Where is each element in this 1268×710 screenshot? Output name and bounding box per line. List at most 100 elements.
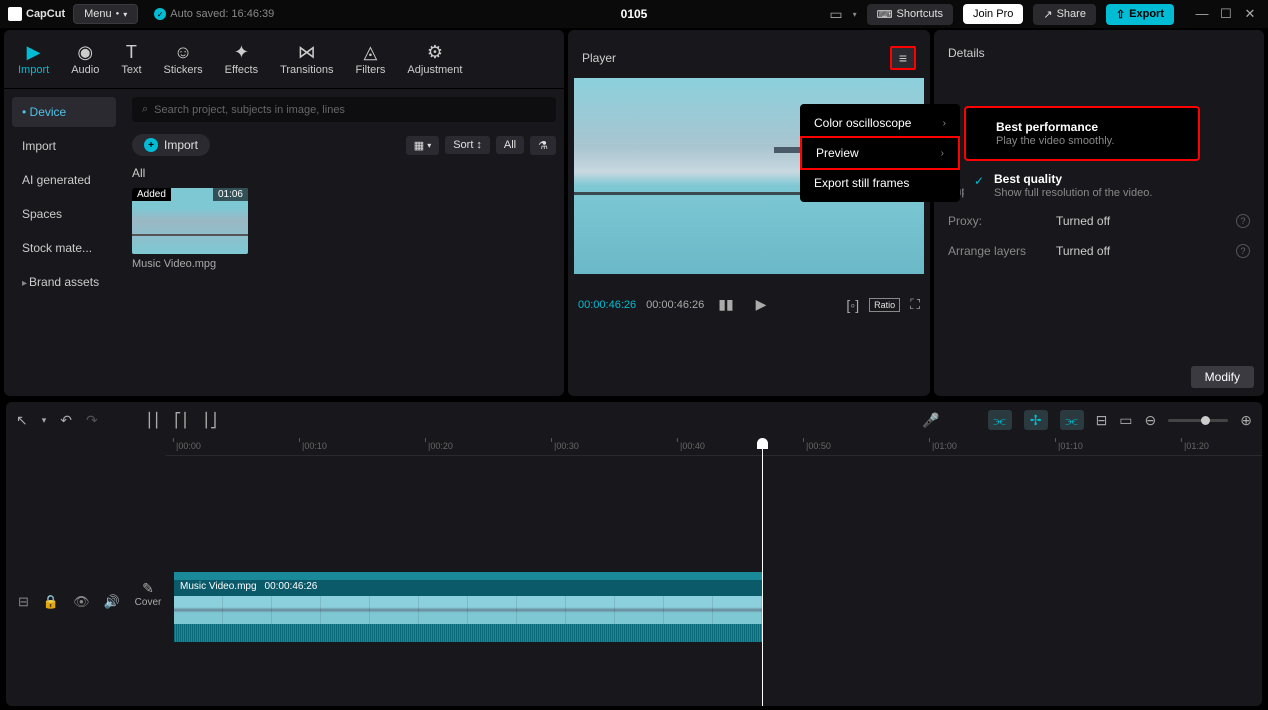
axis-icon: ✢ [1030,412,1042,429]
app-logo: CapCut [8,7,65,21]
trim-left-tool[interactable]: ⎡⎮ [174,412,188,429]
chevron-down-icon: ▾ [427,141,431,150]
tab-stickers[interactable]: ☺Stickers [154,38,213,80]
sidebar-item-brand[interactable]: ▸Brand assets [12,267,116,297]
share-button[interactable]: ↗ Share [1033,4,1096,25]
sidebar-item-spaces[interactable]: Spaces [12,199,116,229]
layout-icon[interactable]: ▭ [829,6,842,23]
link-button[interactable]: ⫘ [1060,410,1084,430]
undo-button[interactable]: ↶ [60,412,72,429]
details-panel: Details Imported media: Stay in original… [934,30,1264,396]
filters-icon: ◬ [364,42,378,62]
titlebar: CapCut Menu ● ▾ ✓ Auto saved: 16:46:39 0… [0,0,1268,28]
redo-button[interactable]: ↷ [86,412,98,429]
menu-button[interactable]: Menu ● ▾ [73,4,138,24]
effects-icon: ✦ [234,42,249,62]
playhead[interactable] [762,438,763,706]
plus-icon: + [144,138,158,152]
chevron-down-icon: ▾ [123,10,127,19]
sort-button[interactable]: Sort ↕ [445,136,490,154]
media-thumbnail[interactable]: Added 01:06 Music Video.mpg [132,188,248,270]
menu-preview[interactable]: Preview› [800,136,960,170]
option-best-performance[interactable]: Best performance Play the video smoothly… [966,114,1198,153]
sidebar-item-stock[interactable]: Stock mate... [12,233,116,263]
share-icon: ↗ [1043,8,1052,21]
media-sidebar: • Device Import AI generated Spaces Stoc… [4,89,124,396]
clip-audio-waveform [174,624,762,642]
lock-icon[interactable]: 🔒 [43,594,59,610]
timeline[interactable]: |00:00 |00:10 |00:20 |00:30 |00:40 |00:5… [6,438,1262,706]
chevron-right-icon: › [941,148,944,159]
detail-proxy: Proxy: Turned off ? [948,214,1250,228]
option-best-quality[interactable]: ✓ Best quality Show full resolution of t… [964,166,1200,205]
cover-button[interactable]: ✎ Cover [134,580,162,608]
import-media-button[interactable]: + Import [132,134,210,156]
snap-icon: ⫘ [993,412,1006,429]
modify-button[interactable]: Modify [1191,366,1254,388]
fullscreen-icon[interactable]: ⛶ [910,296,920,313]
maximize-button[interactable]: ☐ [1216,6,1236,22]
timeline-ruler[interactable]: |00:00 |00:10 |00:20 |00:30 |00:40 |00:5… [166,438,1262,456]
player-title: Player [582,51,616,65]
close-button[interactable]: ✕ [1240,6,1260,22]
menu-color-oscilloscope[interactable]: Color oscilloscope› [800,108,960,138]
mute-icon[interactable]: 🔊 [104,594,120,610]
zoom-slider[interactable] [1168,419,1228,422]
preview-axis-button[interactable]: ✢ [1024,410,1048,430]
ratio-button[interactable]: Ratio [869,298,900,312]
help-icon[interactable]: ? [1236,214,1250,228]
tab-filters[interactable]: ◬Filters [345,38,395,80]
shortcuts-button[interactable]: ⌨ Shortcuts [867,4,953,25]
zoom-fit-button[interactable]: ⊕ [1240,412,1252,429]
pointer-tool[interactable]: ↖ [16,412,28,429]
trim-right-tool[interactable]: ⎮⎦ [203,412,217,429]
chevron-down-icon[interactable]: ▾ [853,10,857,19]
tab-adjustment[interactable]: ⚙Adjustment [397,38,472,80]
eye-icon[interactable]: 👁 [73,594,90,610]
tab-text[interactable]: TText [111,38,151,80]
chevron-down-icon[interactable]: ▾ [42,415,47,426]
hamburger-icon: ≡ [899,50,907,66]
import-icon: ▶ [27,42,41,62]
link-icon: ⫘ [1065,412,1078,429]
snap-button[interactable]: ⫘ [988,410,1012,430]
sidebar-item-device[interactable]: • Device [12,97,116,127]
clip-name: Music Video.mpg [180,581,257,595]
tab-transitions[interactable]: ⋈Transitions [270,38,343,80]
sidebar-item-ai[interactable]: AI generated [12,165,116,195]
current-time: 00:00:46:26 [578,299,636,311]
scale-icon[interactable]: [◦] [846,297,859,313]
menu-export-still[interactable]: Export still frames [800,168,960,198]
collapse-icon[interactable]: ⊟ [18,594,29,610]
titlebar-right: ▭ ▾ ⌨ Shortcuts Join Pro ↗ Share ⇧ Expor… [829,4,1260,25]
help-icon[interactable]: ? [1236,244,1250,258]
track-tool[interactable]: ▭ [1119,412,1132,429]
search-input[interactable]: ⌕ Search project, subjects in image, lin… [132,97,556,122]
play-button[interactable]: ▶ [756,296,767,313]
logo-icon [8,7,22,21]
compare-icon[interactable]: ▮▮ [718,296,733,313]
minimize-button[interactable]: — [1192,6,1212,22]
split-tool[interactable]: ⎮⎮ [146,412,161,429]
chevron-right-icon: › [943,118,946,129]
timeline-left-gutter: ⊟ 🔒 👁 🔊 ✎ Cover [6,456,166,706]
tab-effects[interactable]: ✦Effects [215,38,268,80]
join-pro-button[interactable]: Join Pro [963,4,1023,24]
tab-import[interactable]: ▶Import [8,38,59,80]
clip-duration: 00:00:46:26 [265,581,318,595]
tab-audio[interactable]: ◉Audio [61,38,109,80]
mic-icon[interactable]: 🎤 [922,412,939,429]
sidebar-item-import[interactable]: Import [12,131,116,161]
align-tool[interactable]: ⊟ [1096,412,1108,429]
view-toggle[interactable]: ▦▾ [406,136,439,155]
filter-all-button[interactable]: All [496,136,524,154]
player-menu-button[interactable]: ≡ [890,46,916,70]
bullet-icon: ● [116,11,120,17]
export-button[interactable]: ⇧ Export [1106,4,1174,25]
timeline-clip[interactable]: Music Video.mpg 00:00:46:26 [174,572,762,642]
media-area: ⌕ Search project, subjects in image, lin… [124,89,564,396]
section-label: All [132,166,556,180]
zoom-out-button[interactable]: ⊖ [1145,412,1157,429]
stickers-icon: ☺ [174,42,192,62]
filter-icon-button[interactable]: ⚗ [530,136,556,155]
